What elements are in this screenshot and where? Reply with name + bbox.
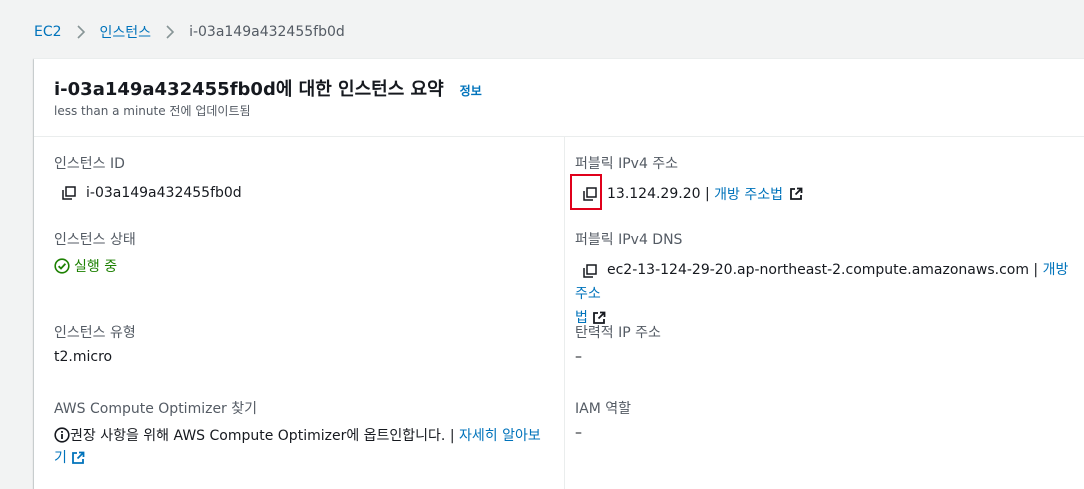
field-label: 퍼블릭 IPv4 주소: [575, 156, 679, 172]
breadcrumb-instances[interactable]: 인스턴스: [100, 22, 152, 42]
field-public-dns: 퍼블릭 IPv4 DNS ec2-13-124-29-20.ap-northea…: [575, 229, 1075, 330]
field-label: 인스턴스 유형: [54, 325, 136, 341]
field-label: 탄력적 IP 주소: [575, 325, 661, 341]
chevron-right-icon: [76, 25, 86, 39]
panel-header: i-03a149a432455fb0d에 대한 인스턴스 요약 정보 less …: [34, 59, 1084, 137]
highlight-box: [570, 174, 602, 210]
field-label: 인스턴스 상태: [54, 232, 136, 248]
page-title: i-03a149a432455fb0d에 대한 인스턴스 요약: [54, 79, 444, 100]
instance-type-value: t2.micro: [54, 349, 113, 365]
info-circle-icon: [54, 427, 70, 443]
iam-role-value: –: [575, 425, 582, 441]
public-dns-value: ec2-13-124-29-20.ap-northeast-2.compute.…: [607, 262, 1029, 278]
field-compute-optimizer: AWS Compute Optimizer 찾기 권장 사항을 위해 AWS C…: [54, 398, 554, 469]
breadcrumb-current: i-03a149a432455fb0d: [189, 24, 345, 40]
field-label: 인스턴스 ID: [54, 156, 125, 172]
separator: |: [445, 428, 460, 444]
elastic-ip-value: –: [575, 349, 582, 365]
field-elastic-ip: 탄력적 IP 주소 –: [575, 322, 661, 365]
external-link-icon[interactable]: [71, 451, 85, 465]
check-circle-icon: [54, 258, 70, 274]
field-instance-id: 인스턴스 ID i-03a149a432455fb0d: [54, 153, 242, 202]
copy-icon[interactable]: [581, 262, 599, 280]
field-label: AWS Compute Optimizer 찾기: [54, 401, 258, 417]
chevron-right-icon: [165, 25, 175, 39]
field-iam-role: IAM 역할 –: [575, 398, 631, 441]
learn-more-link[interactable]: 자세히 알아보: [459, 428, 541, 444]
field-label: IAM 역할: [575, 401, 631, 417]
external-link-icon[interactable]: [789, 187, 803, 201]
optimizer-text: 권장 사항을 위해 AWS Compute Optimizer에 옵트인합니다.: [70, 428, 446, 444]
info-link[interactable]: 정보: [460, 82, 482, 99]
instance-id-value: i-03a149a432455fb0d: [86, 185, 242, 201]
separator: |: [1028, 262, 1043, 278]
separator: |: [700, 186, 715, 202]
open-address-link[interactable]: 개방 주소법: [714, 184, 783, 204]
instance-state-value: 실행 중: [74, 259, 118, 275]
breadcrumb: EC2 인스턴스 i-03a149a432455fb0d: [34, 22, 345, 42]
column-divider: [564, 137, 565, 489]
updated-timestamp: less than a minute 전에 업데이트됨: [54, 104, 251, 118]
field-public-ipv4: 퍼블릭 IPv4 주소 13.124.29.20 | 개방 주소법: [575, 153, 803, 204]
field-instance-state: 인스턴스 상태 실행 중: [54, 229, 136, 276]
learn-more-link-cont[interactable]: 기: [54, 450, 67, 466]
public-ipv4-value: 13.124.29.20: [607, 186, 701, 202]
field-label: 퍼블릭 IPv4 DNS: [575, 232, 683, 248]
breadcrumb-ec2[interactable]: EC2: [34, 24, 62, 40]
copy-icon[interactable]: [60, 184, 78, 202]
field-instance-type: 인스턴스 유형 t2.micro: [54, 322, 136, 365]
instance-summary-panel: i-03a149a432455fb0d에 대한 인스턴스 요약 정보 less …: [34, 58, 1084, 489]
